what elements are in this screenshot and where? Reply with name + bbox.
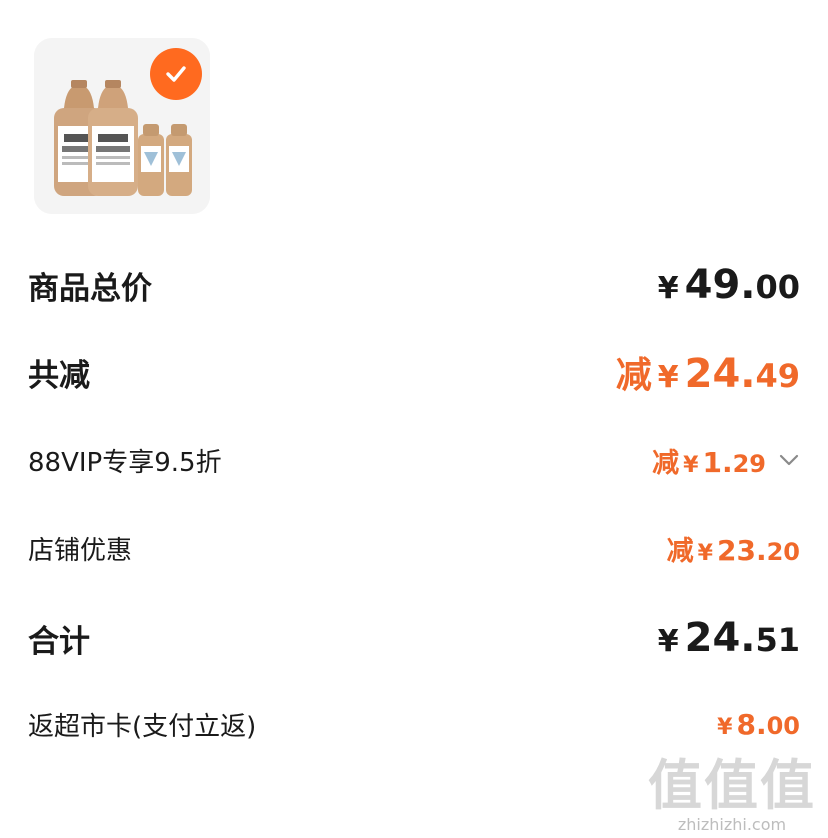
bottle-small-2 bbox=[166, 124, 192, 196]
currency-symbol: ¥ bbox=[717, 714, 733, 740]
supermarket-card-rebate-row: 返超市卡(支付立返) ¥ 8. 00 bbox=[28, 702, 800, 746]
amount-decimal: 29 bbox=[732, 449, 766, 478]
currency-symbol: ¥ bbox=[657, 271, 679, 306]
check-icon bbox=[166, 66, 186, 82]
currency-symbol: ¥ bbox=[657, 360, 679, 395]
amount-decimal: 20 bbox=[766, 537, 800, 566]
amount-integer: 24. bbox=[684, 351, 756, 397]
amount-integer: 24. bbox=[684, 615, 756, 661]
grand-total-amount: ¥ 24. 51 bbox=[658, 615, 800, 661]
watermark-url: zhizhizhi.com bbox=[677, 815, 787, 834]
vip-discount-row[interactable]: 88VIP专享9.5折 减 ¥ 1. 29 bbox=[28, 438, 800, 482]
discount-prefix: 减 bbox=[666, 535, 694, 567]
total-price-row: 商品总价 ¥ 49. 00 bbox=[28, 260, 800, 310]
amount-decimal: 51 bbox=[755, 621, 800, 659]
chevron-down-icon[interactable] bbox=[778, 453, 800, 467]
total-price-amount: ¥ 49. 00 bbox=[658, 262, 800, 308]
total-discount-row: 共减 减 ¥ 24. 49 bbox=[28, 346, 800, 398]
shop-discount-label: 店铺优惠 bbox=[28, 535, 133, 566]
currency-symbol: ¥ bbox=[657, 624, 679, 659]
currency-symbol: ¥ bbox=[697, 540, 713, 566]
amount-integer: 8. bbox=[736, 707, 767, 741]
amount-integer: 23. bbox=[716, 533, 767, 567]
supermarket-card-rebate-label: 返超市卡(支付立返) bbox=[28, 711, 257, 742]
amount-decimal: 49 bbox=[755, 357, 800, 395]
grand-total-row: 合计 ¥ 24. 51 bbox=[28, 612, 800, 664]
bottle-small-1 bbox=[138, 124, 164, 196]
discount-prefix: 减 bbox=[615, 355, 652, 396]
amount-decimal: 00 bbox=[766, 711, 800, 740]
shop-discount-amount: 减 ¥ 23. 20 bbox=[667, 529, 800, 568]
discount-prefix: 减 bbox=[652, 447, 680, 479]
amount-decimal: 00 bbox=[755, 268, 800, 306]
amount-integer: 1. bbox=[702, 445, 733, 479]
vip-discount-amount: 减 ¥ 1. 29 bbox=[652, 441, 800, 480]
site-watermark: 值值值 zhizhizhi.com bbox=[648, 754, 816, 835]
total-price-label: 商品总价 bbox=[28, 270, 152, 307]
total-discount-label: 共减 bbox=[28, 357, 90, 394]
vip-discount-label: 88VIP专享9.5折 bbox=[28, 447, 222, 478]
shop-discount-row: 店铺优惠 减 ¥ 23. 20 bbox=[28, 526, 800, 570]
supermarket-card-rebate-amount: ¥ 8. 00 bbox=[717, 708, 800, 741]
selected-check-badge[interactable] bbox=[150, 48, 202, 100]
total-discount-amount: 减 ¥ 24. 49 bbox=[616, 346, 800, 398]
currency-symbol: ¥ bbox=[683, 452, 699, 478]
grand-total-label: 合计 bbox=[28, 623, 90, 660]
amount-integer: 49. bbox=[684, 262, 756, 308]
watermark-logo: 值值值 bbox=[648, 754, 816, 817]
